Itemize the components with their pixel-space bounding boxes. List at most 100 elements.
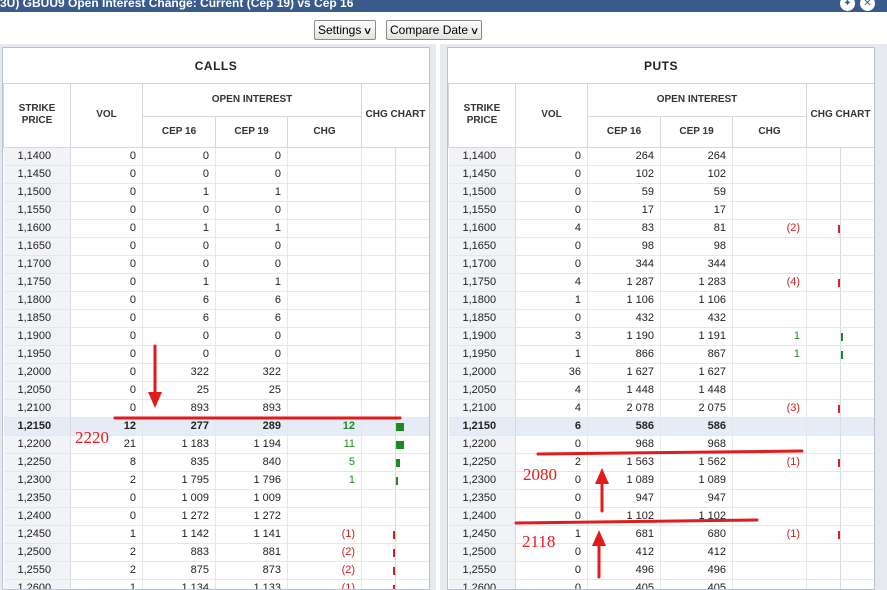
cep19-cell: 17	[660, 201, 733, 220]
vol-cell: 2	[70, 471, 143, 490]
strike-cell: 1,2250	[448, 453, 516, 472]
cep19-cell: 1 627	[660, 363, 733, 382]
cep19-cell: 0	[215, 165, 288, 184]
vol-cell: 0	[515, 255, 588, 274]
table-row: 1,2250 2 1 563 1 562 (1)	[448, 453, 874, 472]
cep16-cell: 875	[142, 561, 216, 580]
vol-cell: 6	[515, 417, 588, 436]
cep16-cell: 968	[587, 435, 661, 454]
chart-axis	[395, 237, 397, 255]
chg-cell: (3)	[732, 399, 808, 418]
cep19-cell: 289	[215, 417, 288, 436]
cep16-cell: 1 102	[587, 507, 661, 526]
table-row: 1,1750 0 1 1	[3, 273, 429, 292]
chg-chart-cell	[806, 363, 874, 382]
table-row: 1,2000 0 322 322	[3, 363, 429, 382]
twitter-icon[interactable]: ✦	[840, 0, 855, 11]
chg-chart-cell	[806, 543, 874, 562]
chart-axis	[840, 453, 842, 471]
table-row: 1,1500 0 1 1	[3, 183, 429, 202]
vol-cell: 1	[70, 525, 143, 544]
chg-chart-cell	[361, 363, 429, 382]
strike-cell: 1,1700	[448, 255, 516, 274]
vol-cell: 1	[70, 579, 143, 589]
vol-cell: 3	[515, 327, 588, 346]
change-bar-negative	[838, 404, 841, 413]
strike-cell: 1,2050	[3, 381, 71, 400]
close-icon[interactable]: ✕	[860, 0, 875, 11]
vol-cell: 2	[70, 543, 143, 562]
strike-cell: 1,2300	[448, 471, 516, 490]
vol-cell: 0	[70, 165, 143, 184]
strike-cell: 1,1750	[448, 273, 516, 292]
settings-dropdown-button[interactable]: Settings ∨	[314, 20, 376, 40]
table-row: 1,2000 36 1 627 1 627	[448, 363, 874, 382]
chg-cell: (1)	[287, 525, 363, 544]
chg-chart-cell	[806, 525, 874, 544]
settings-label: Settings	[318, 23, 362, 37]
vol-cell: 0	[515, 237, 588, 256]
chg-cell	[732, 255, 808, 274]
table-row: 1,2200 21 1 183 1 194 11	[3, 435, 429, 454]
chg-chart-cell	[806, 237, 874, 256]
chart-axis	[840, 507, 842, 525]
change-bar-negative	[838, 224, 841, 233]
chg-cell	[732, 543, 808, 562]
chg-cell	[287, 399, 363, 418]
cep16-cell: 1 089	[587, 471, 661, 490]
chg-cell	[732, 417, 808, 436]
cep16-cell: 866	[587, 345, 661, 364]
chg-cell	[732, 471, 808, 490]
compare-date-dropdown-button[interactable]: Compare Date ∨	[386, 20, 483, 40]
cep16-cell: 98	[587, 237, 661, 256]
chart-axis	[840, 381, 842, 399]
cep16-cell: 25	[142, 381, 216, 400]
vol-cell: 0	[515, 579, 588, 589]
open-interest-header: OPEN INTEREST	[141, 84, 363, 117]
strike-cell: 1,2200	[3, 435, 71, 454]
chg-cell	[287, 507, 363, 526]
table-row: 1,1600 4 83 81 (2)	[448, 219, 874, 238]
cep16-cell: 1 563	[587, 453, 661, 472]
table-row: 1,2150 12 277 289 12	[3, 417, 429, 436]
cep16-cell: 1 106	[587, 291, 661, 310]
cep19-cell: 264	[660, 147, 733, 166]
chg-chart-cell	[806, 507, 874, 526]
cep16-cell: 947	[587, 489, 661, 508]
table-row: 1,1900 3 1 190 1 191 1	[448, 327, 874, 346]
window-title-bar: 3U) GBUU9 Open Interest Change: Current …	[0, 0, 887, 12]
vol-cell: 4	[515, 399, 588, 418]
cep16-cell: 83	[587, 219, 661, 238]
cep19-cell: 1 448	[660, 381, 733, 400]
table-row: 1,2400 0 1 272 1 272	[3, 507, 429, 526]
table-row: 1,1600 0 1 1	[3, 219, 429, 238]
cep16-cell: 0	[142, 165, 216, 184]
table-row: 1,1550 0 17 17	[448, 201, 874, 220]
cep16-cell: 496	[587, 561, 661, 580]
chg-chart-cell	[361, 399, 429, 418]
cep19-cell: 2 075	[660, 399, 733, 418]
cep16-cell: 0	[142, 255, 216, 274]
cep16-cell: 0	[142, 147, 216, 166]
chg-chart-cell	[361, 561, 429, 580]
chart-axis	[395, 579, 397, 589]
table-row: 1,2100 0 893 893	[3, 399, 429, 418]
chg-chart-cell	[806, 381, 874, 400]
chg-chart-cell	[806, 561, 874, 580]
strike-cell: 1,1850	[448, 309, 516, 328]
cep19-cell: 1 194	[215, 435, 288, 454]
chart-axis	[840, 219, 842, 237]
strike-cell: 1,2250	[3, 453, 71, 472]
chart-axis	[840, 237, 842, 255]
cep16-cell: 1 272	[142, 507, 216, 526]
chg-cell: (2)	[287, 561, 363, 580]
chg-cell	[287, 219, 363, 238]
table-row: 1,1900 0 0 0	[3, 327, 429, 346]
table-row: 1,1500 0 59 59	[448, 183, 874, 202]
chg-chart-cell	[806, 165, 874, 184]
strike-cell: 1,1900	[448, 327, 516, 346]
change-bar-positive	[396, 458, 400, 467]
table-row: 1,1550 0 0 0	[3, 201, 429, 220]
chg-chart-cell	[361, 381, 429, 400]
cep19-cell: 1 009	[215, 489, 288, 508]
